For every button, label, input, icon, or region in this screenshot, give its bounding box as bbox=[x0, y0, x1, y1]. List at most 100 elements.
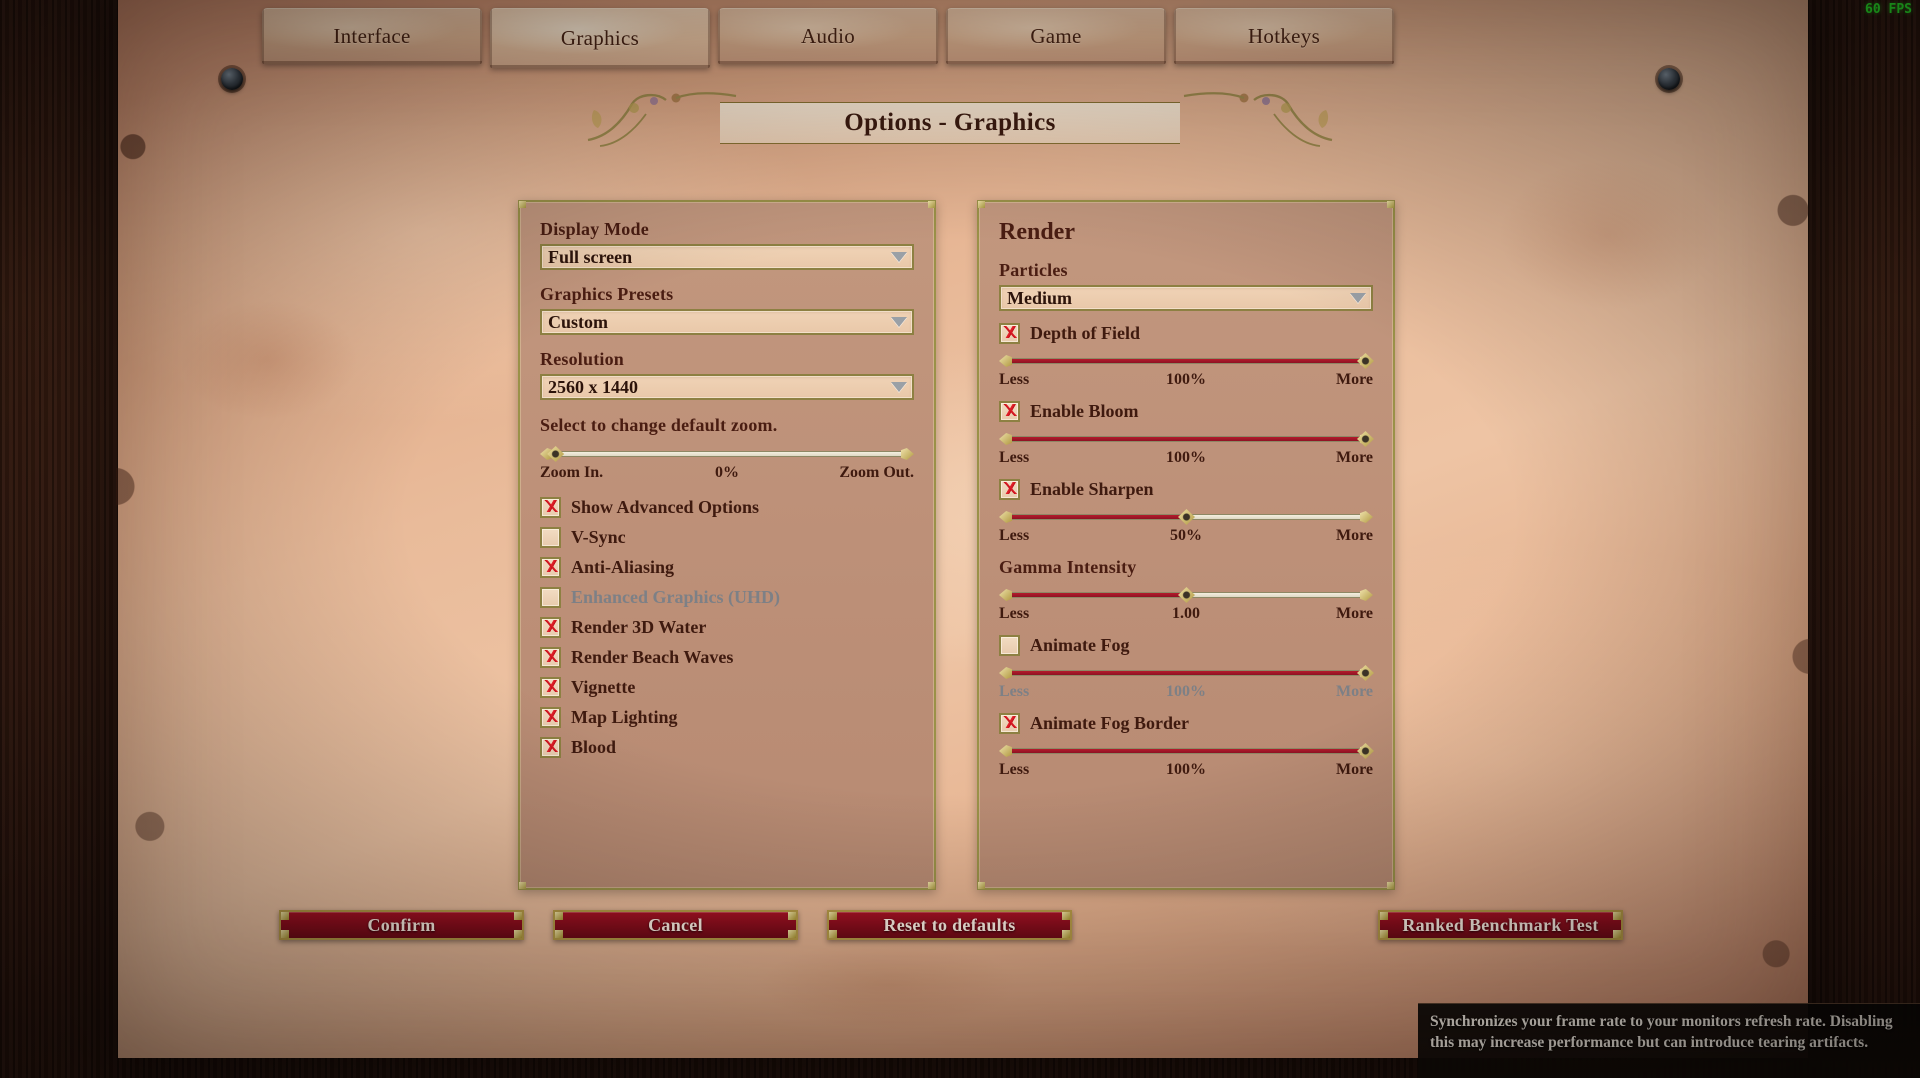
checkbox-vignette[interactable]: Vignette bbox=[540, 677, 914, 698]
slider-handle[interactable] bbox=[1178, 587, 1195, 603]
checkmark-icon bbox=[540, 557, 561, 578]
enable-sharpen-slider[interactable] bbox=[999, 509, 1373, 525]
enable-bloom-less-label: Less bbox=[999, 449, 1030, 466]
slider-handle[interactable] bbox=[1357, 743, 1374, 759]
slider-track bbox=[548, 451, 906, 457]
slider-track bbox=[1007, 358, 1365, 364]
cancel-button[interactable]: Cancel bbox=[553, 910, 798, 940]
fps-counter: 60 FPS bbox=[1865, 2, 1912, 17]
animate-fog-slider-labels: Less 100% More bbox=[999, 683, 1373, 703]
cancel-button-label: Cancel bbox=[648, 914, 703, 935]
checkbox-animate-fog-border[interactable]: Animate Fog Border bbox=[999, 713, 1373, 734]
tab-game[interactable]: Game bbox=[946, 8, 1166, 64]
slider-cap-left-icon bbox=[999, 355, 1012, 367]
checkbox-enable-sharpen[interactable]: Enable Sharpen bbox=[999, 479, 1373, 500]
enable-bloom-slider-labels: Less 100% More bbox=[999, 449, 1373, 469]
graphics-presets-label: Graphics Presets bbox=[540, 284, 674, 304]
render-section-title: Render bbox=[999, 219, 1075, 245]
chevron-down-icon bbox=[891, 382, 907, 392]
slider-handle[interactable] bbox=[1357, 431, 1374, 447]
checkbox-label: Render 3D Water bbox=[571, 617, 707, 637]
zoom-out-label: Zoom Out. bbox=[839, 464, 914, 481]
slider-fill bbox=[1008, 593, 1186, 597]
slider-fill bbox=[1008, 359, 1364, 363]
ranked-benchmark-test-button-label: Ranked Benchmark Test bbox=[1402, 914, 1599, 935]
checkmark-icon bbox=[540, 647, 561, 668]
display-mode-select[interactable]: Full screen bbox=[540, 244, 914, 270]
slider-handle[interactable] bbox=[1357, 665, 1374, 681]
gamma-intensity-slider-labels: Less 1.00 More bbox=[999, 605, 1373, 625]
flourish-right-icon bbox=[1183, 92, 1333, 147]
checkbox-empty-icon bbox=[540, 587, 561, 608]
flourish-left-icon bbox=[587, 92, 737, 147]
tab-graphics[interactable]: Graphics bbox=[490, 8, 710, 68]
render-options-list: Depth of Field Less 100% More Enable Blo… bbox=[999, 323, 1374, 781]
tab-hotkeys-label: Hotkeys bbox=[1247, 23, 1321, 48]
reset-to-defaults-button[interactable]: Reset to defaults bbox=[827, 910, 1072, 940]
confirm-button-label: Confirm bbox=[367, 914, 436, 935]
confirm-button[interactable]: Confirm bbox=[279, 910, 524, 940]
animate-fog-less-label: Less bbox=[999, 683, 1030, 700]
render-option-animate-fog-border: Animate Fog Border Less 100% More bbox=[999, 713, 1374, 781]
render-option-depth-of-field: Depth of Field Less 100% More bbox=[999, 323, 1374, 391]
checkmark-icon bbox=[540, 707, 561, 728]
page-title-plate: Options - Graphics bbox=[720, 102, 1180, 144]
slider-handle[interactable] bbox=[1178, 509, 1195, 525]
gamma-intensity-slider[interactable] bbox=[999, 587, 1373, 603]
default-zoom-slider[interactable] bbox=[540, 446, 914, 462]
enable-bloom-slider[interactable] bbox=[999, 431, 1374, 447]
checkbox-render-beach-waves[interactable]: Render Beach Waves bbox=[540, 647, 914, 668]
render-option-animate-fog: Animate Fog Less 100% More bbox=[999, 635, 1374, 703]
slider-handle[interactable] bbox=[1357, 353, 1374, 369]
slider-cap-left-icon bbox=[999, 511, 1012, 523]
checkbox-animate-fog[interactable]: Animate Fog bbox=[999, 635, 1373, 656]
decorative-nail-right bbox=[1658, 68, 1680, 90]
animate-fog-more-label: More bbox=[1335, 683, 1373, 700]
checkbox-v-sync[interactable]: V-Sync bbox=[540, 527, 914, 548]
checkbox-map-lighting[interactable]: Map Lighting bbox=[540, 707, 914, 728]
slider-cap-right-icon bbox=[901, 448, 914, 460]
enable-sharpen-less-label: Less bbox=[999, 527, 1030, 544]
tab-audio[interactable]: Audio bbox=[718, 8, 938, 64]
ranked-benchmark-test-button[interactable]: Ranked Benchmark Test bbox=[1378, 910, 1623, 940]
slider-cap-left-icon bbox=[999, 433, 1012, 445]
checkbox-enhanced-graphics-uhd: Enhanced Graphics (UHD) bbox=[540, 587, 914, 608]
checkbox-label: Anti-Aliasing bbox=[571, 557, 675, 577]
checkmark-icon bbox=[540, 497, 561, 518]
graphics-presets-value: Custom bbox=[548, 311, 609, 332]
checkbox-anti-aliasing[interactable]: Anti-Aliasing bbox=[540, 557, 914, 578]
checkbox-label: Map Lighting bbox=[571, 707, 678, 727]
resolution-select[interactable]: 2560 x 1440 bbox=[540, 374, 914, 400]
slider-cap-left-icon bbox=[999, 667, 1012, 679]
depth-of-field-slider[interactable] bbox=[999, 353, 1374, 369]
checkbox-enable-bloom[interactable]: Enable Bloom bbox=[999, 401, 1373, 422]
page-title: Options - Graphics bbox=[844, 109, 1056, 136]
checkbox-show-advanced-options[interactable]: Show Advanced Options bbox=[540, 497, 914, 518]
options-tab-bar: Interface Graphics Audio Game Hotkeys bbox=[262, 8, 1402, 70]
display-settings-panel: Display Mode Full screen Graphics Preset… bbox=[518, 200, 936, 890]
checkbox-depth-of-field[interactable]: Depth of Field bbox=[999, 323, 1373, 344]
zoom-in-label: Zoom In. bbox=[540, 464, 604, 481]
tab-interface[interactable]: Interface bbox=[262, 8, 482, 64]
graphics-presets-select[interactable]: Custom bbox=[540, 309, 914, 335]
slider-handle[interactable] bbox=[547, 446, 565, 462]
checkbox-render-3d-water[interactable]: Render 3D Water bbox=[540, 617, 914, 638]
checkbox-label: Blood bbox=[571, 737, 617, 757]
slider-cap-right-icon bbox=[1360, 589, 1373, 601]
display-mode-value: Full screen bbox=[548, 246, 633, 267]
gamma-intensity-label: Gamma Intensity bbox=[999, 557, 1137, 577]
slider-fill bbox=[1008, 515, 1186, 519]
render-option-enable-bloom: Enable Bloom Less 100% More bbox=[999, 401, 1374, 469]
checkbox-blood[interactable]: Blood bbox=[540, 737, 914, 758]
reset-to-defaults-button-label: Reset to defaults bbox=[883, 914, 1016, 935]
checkbox-label: Animate Fog Border bbox=[1030, 713, 1189, 733]
chevron-down-icon bbox=[1350, 293, 1366, 303]
checkbox-empty-icon bbox=[999, 635, 1020, 656]
tab-hotkeys[interactable]: Hotkeys bbox=[1174, 8, 1394, 64]
tab-interface-label: Interface bbox=[333, 23, 411, 48]
game-options-screen: 60 FPS Interface Graphics Audio Game Hot… bbox=[0, 0, 1920, 1078]
enable-sharpen-slider-labels: Less 50% More bbox=[999, 527, 1373, 547]
particles-select[interactable]: Medium bbox=[999, 285, 1373, 311]
animate-fog-slider[interactable] bbox=[999, 665, 1374, 681]
animate-fog-border-slider[interactable] bbox=[999, 743, 1374, 759]
